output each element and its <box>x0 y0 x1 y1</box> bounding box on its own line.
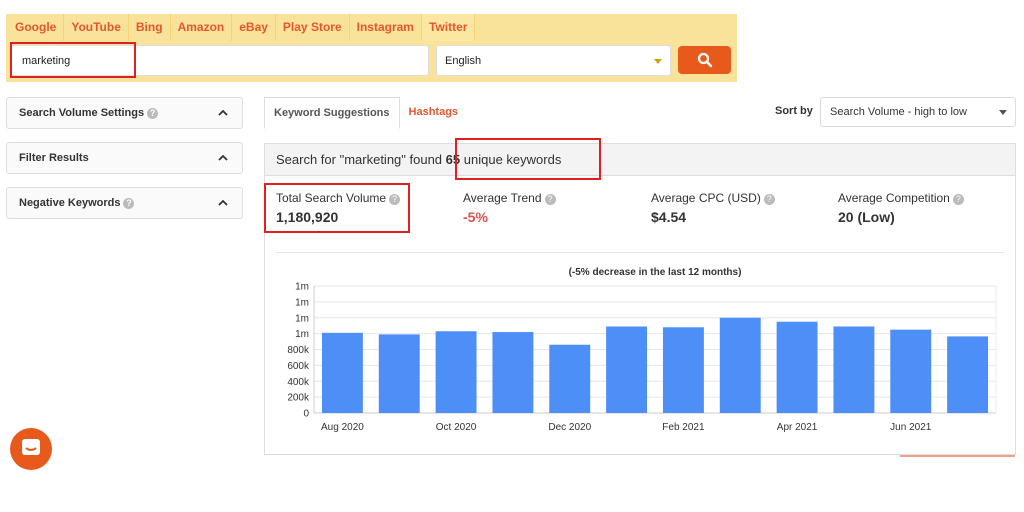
language-select-value: English <box>445 55 482 67</box>
x-tick-label: Apr 2021 <box>777 422 818 433</box>
tab-instagram[interactable]: Instagram <box>349 14 422 41</box>
search-volume-chart: (-5% decrease in the last 12 months) 0 200… <box>276 252 1004 438</box>
y-tick-label: 600k <box>287 361 310 372</box>
bar-may-2021 <box>833 326 875 413</box>
total-search-volume-label: Total Search Volume? <box>276 191 401 205</box>
x-tick-label: Jun 2021 <box>890 422 932 433</box>
panel-label: Filter Results <box>19 152 89 164</box>
y-tick-label: 1m <box>295 282 309 293</box>
tab-bing[interactable]: Bing <box>128 14 171 41</box>
y-tick-label: 0 <box>303 409 309 420</box>
average-trend-value: -5% <box>463 209 488 225</box>
help-icon[interactable]: ? <box>389 194 401 205</box>
help-icon[interactable]: ? <box>544 194 556 205</box>
summary-suffix: unique keywords <box>463 152 562 167</box>
chevron-down-icon <box>999 110 1007 115</box>
bar-aug-2020 <box>321 332 363 413</box>
language-select[interactable]: English <box>436 45 671 76</box>
total-search-volume-value: 1,180,920 <box>276 209 339 225</box>
bar-sep-2020 <box>378 334 420 413</box>
results-summary: Search for "marketing" found 65 unique k… <box>265 144 1015 176</box>
chart-title: (-5% decrease in the last 12 months) <box>569 267 742 278</box>
stat-label-text: Average Trend <box>463 191 542 205</box>
search-icon <box>697 52 712 68</box>
bar-chart: (-5% decrease in the last 12 months) 0 200… <box>287 267 997 433</box>
search-input[interactable]: marketing <box>11 45 429 76</box>
sort-select[interactable]: Search Volume - high to low <box>820 97 1016 127</box>
help-icon[interactable]: ? <box>952 194 964 205</box>
engine-tabs: Google YouTube Bing Amazon eBay Play Store Ins… <box>8 14 476 41</box>
stat-label-text: Total Search Volume <box>276 191 387 205</box>
x-tick-label: Aug 2020 <box>321 422 364 433</box>
search-button[interactable] <box>678 46 731 74</box>
summary-prefix: Search for "marketing" found <box>276 152 443 167</box>
tab-youtube[interactable]: YouTube <box>64 14 129 41</box>
average-cpc-label: Average CPC (USD)? <box>651 191 775 205</box>
negative-keywords-panel[interactable]: Negative Keywords? <box>6 187 243 219</box>
x-tick-label: Feb 2021 <box>662 422 705 433</box>
sort-select-value: Search Volume - high to low <box>830 106 967 118</box>
filter-results-panel[interactable]: Filter Results <box>6 142 243 174</box>
chevron-up-icon[interactable] <box>216 151 230 165</box>
panel-label: Negative Keywords <box>19 197 121 209</box>
chat-widget-button[interactable] <box>10 428 52 470</box>
sort-by-label: Sort by <box>775 105 813 117</box>
stat-label-text: Average Competition <box>838 191 950 205</box>
average-trend-label: Average Trend? <box>463 191 556 205</box>
tab-amazon[interactable]: Amazon <box>170 14 233 41</box>
x-tick-label: Dec 2020 <box>548 422 591 433</box>
tab-play-store[interactable]: Play Store <box>275 14 350 41</box>
chevron-down-icon <box>654 59 662 64</box>
search-volume-settings-panel[interactable]: Search Volume Settings? <box>6 97 243 129</box>
average-competition-value: 20 (Low) <box>838 209 895 225</box>
average-cpc-value: $4.54 <box>651 209 687 225</box>
bar-feb-2021 <box>662 327 704 413</box>
bar-jul-2021 <box>947 336 989 413</box>
tab-ebay[interactable]: eBay <box>232 14 276 41</box>
stat-label-text: Average CPC (USD) <box>651 191 761 205</box>
bar-dec-2020 <box>549 344 591 413</box>
keyword-count: 65 <box>445 152 461 167</box>
results-tabs: Keyword Suggestions Hashtags <box>264 97 467 129</box>
average-competition-label: Average Competition? <box>838 191 964 205</box>
tab-google[interactable]: Google <box>8 14 65 41</box>
chevron-up-icon[interactable] <box>216 106 230 120</box>
bar-apr-2021 <box>776 321 818 413</box>
x-tick-label: Oct 2020 <box>436 422 477 433</box>
bar-oct-2020 <box>435 331 477 413</box>
bar-jan-2021 <box>606 326 648 413</box>
tab-twitter[interactable]: Twitter <box>421 14 476 41</box>
y-tick-label: 800k <box>287 345 310 356</box>
y-tick-label: 200k <box>287 393 310 404</box>
help-icon[interactable]: ? <box>147 108 159 119</box>
y-tick-label: 1m <box>295 313 309 324</box>
divider-line <box>900 455 1015 457</box>
tab-hashtags[interactable]: Hashtags <box>400 97 468 129</box>
y-tick-label: 1m <box>295 297 309 308</box>
bar-jun-2021 <box>890 329 932 413</box>
panel-label: Search Volume Settings <box>19 107 145 119</box>
chevron-up-icon[interactable] <box>216 196 230 210</box>
help-icon[interactable]: ? <box>123 198 135 209</box>
help-icon[interactable]: ? <box>763 194 775 205</box>
y-tick-label: 1m <box>295 329 309 340</box>
chat-icon <box>22 439 40 455</box>
y-tick-label: 400k <box>287 377 310 388</box>
bar-nov-2020 <box>492 332 534 413</box>
bar-mar-2021 <box>719 317 761 413</box>
tab-keyword-suggestions[interactable]: Keyword Suggestions <box>264 97 400 129</box>
